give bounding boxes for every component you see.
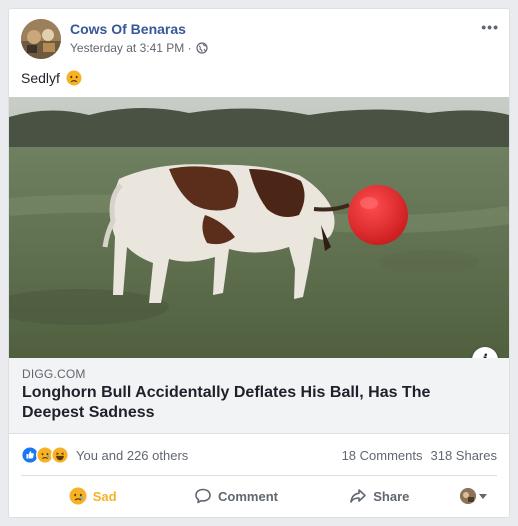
action-bar: Sad Comment Share [21, 479, 497, 513]
reactions-summary[interactable]: You and 226 others [21, 446, 188, 464]
engagement-counts: 18 Comments 318 Shares [342, 448, 497, 463]
red-ball [348, 185, 408, 245]
sad-face-icon [69, 487, 87, 505]
shares-count[interactable]: 318 Shares [431, 448, 498, 463]
post-timestamp[interactable]: Yesterday at 3:41 PM · [70, 41, 208, 55]
comments-count[interactable]: 18 Comments [342, 448, 423, 463]
post-options-button[interactable]: ••• [481, 19, 499, 35]
comment-icon [195, 488, 211, 504]
profile-avatar-icon [460, 488, 477, 504]
share-arrow-icon [350, 489, 367, 503]
sad-face-icon [66, 70, 82, 86]
post-card: Cows Of Benaras Yesterday at 3:41 PM · •… [8, 8, 510, 518]
globe-icon[interactable] [196, 42, 208, 54]
status-text: Sedlyf [21, 70, 60, 86]
sad-reaction-button[interactable]: Sad [21, 487, 164, 505]
page-avatar[interactable] [21, 19, 61, 59]
link-domain: DIGG.COM [22, 367, 86, 381]
link-title[interactable]: Longhorn Bull Accidentally Deflates His … [22, 383, 492, 423]
post-as-selector[interactable] [451, 488, 497, 504]
share-button[interactable]: Share [308, 487, 451, 505]
comment-label: Comment [218, 488, 278, 504]
comment-button[interactable]: Comment [164, 487, 307, 505]
page-name-link[interactable]: Cows Of Benaras [70, 21, 186, 37]
sad-label: Sad [92, 488, 117, 504]
share-label: Share [373, 488, 410, 504]
reaction-icons[interactable] [21, 446, 69, 464]
reactions-text[interactable]: You and 226 others [76, 448, 188, 463]
chevron-down-icon [479, 494, 488, 499]
link-preview[interactable]: DIGG.COM Longhorn Bull Accidentally Defl… [9, 358, 509, 434]
actions-divider [21, 475, 497, 476]
post-status: Sedlyf [21, 70, 82, 86]
video-thumbnail[interactable] [9, 97, 509, 358]
haha-reaction-icon[interactable] [51, 446, 69, 464]
timestamp-text[interactable]: Yesterday at 3:41 PM · [70, 41, 192, 55]
